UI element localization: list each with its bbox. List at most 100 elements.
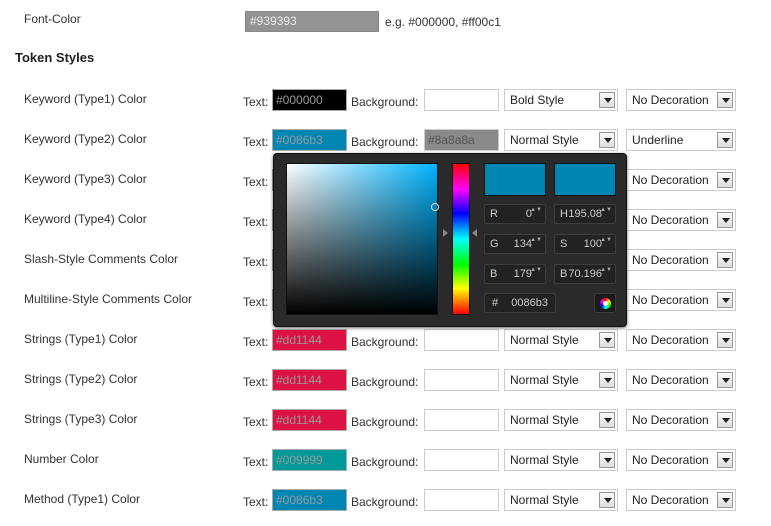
token-style-label: Strings (Type3) Color xyxy=(24,412,138,426)
token-style-label: Slash-Style Comments Color xyxy=(24,252,179,266)
blue-field[interactable]: B 179 ▲▼ xyxy=(484,264,546,284)
brightness-value[interactable]: 70.196 xyxy=(568,268,602,280)
dropdown-arrow-icon[interactable] xyxy=(717,332,733,348)
dropdown-arrow-icon[interactable] xyxy=(599,92,615,108)
token-style-label: Keyword (Type1) Color xyxy=(24,92,147,106)
green-spinner-icon[interactable]: ▲▼ xyxy=(530,237,542,244)
background-color-label: Background: xyxy=(351,335,419,349)
font-style-select[interactable]: Normal Style xyxy=(504,409,618,431)
background-color-input[interactable] xyxy=(424,489,499,511)
dropdown-arrow-icon[interactable] xyxy=(599,372,615,388)
current-color-preview[interactable] xyxy=(554,163,616,196)
red-spinner-icon[interactable]: ▲▼ xyxy=(530,207,542,214)
text-decoration-select[interactable]: No Decoration xyxy=(626,329,736,351)
text-decoration-select[interactable]: No Decoration xyxy=(626,169,736,191)
dropdown-arrow-icon[interactable] xyxy=(599,132,615,148)
dropdown-arrow-icon[interactable] xyxy=(717,372,733,388)
text-decoration-select[interactable]: No Decoration xyxy=(626,449,736,471)
hue-spinner-icon[interactable]: ▲▼ xyxy=(600,207,612,214)
blue-spinner-icon[interactable]: ▲▼ xyxy=(530,267,542,274)
text-decoration-value: No Decoration xyxy=(632,293,709,307)
font-style-value: Bold Style xyxy=(510,93,565,107)
background-color-label: Background: xyxy=(351,375,419,389)
dropdown-arrow-icon[interactable] xyxy=(717,492,733,508)
font-style-select[interactable]: Normal Style xyxy=(504,449,618,471)
text-decoration-select[interactable]: Underline xyxy=(626,129,736,151)
hue-field[interactable]: H 195.08 ▲▼ xyxy=(554,204,616,224)
saturation-field[interactable]: S 100 ▲▼ xyxy=(554,234,616,254)
text-decoration-select[interactable]: No Decoration xyxy=(626,209,736,231)
text-decoration-select[interactable]: No Decoration xyxy=(626,89,736,111)
text-decoration-select[interactable]: No Decoration xyxy=(626,489,736,511)
background-color-label: Background: xyxy=(351,415,419,429)
font-style-select[interactable]: Normal Style xyxy=(504,489,618,511)
font-style-select[interactable]: Normal Style xyxy=(504,329,618,351)
dropdown-arrow-icon[interactable] xyxy=(599,332,615,348)
text-color-input[interactable]: #dd1144 xyxy=(272,369,347,391)
background-color-input[interactable] xyxy=(424,409,499,431)
font-color-label: Font-Color xyxy=(24,12,81,26)
hue-slider-right-arrow-icon[interactable] xyxy=(472,229,477,237)
token-style-row: Number Color Text: #009999 Background: Norma… xyxy=(0,449,771,473)
font-style-select[interactable]: Normal Style xyxy=(504,129,618,151)
background-color-input[interactable] xyxy=(424,89,499,111)
green-field[interactable]: G 134 ▲▼ xyxy=(484,234,546,254)
text-decoration-select[interactable]: No Decoration xyxy=(626,289,736,311)
hex-value[interactable]: 0086b3 xyxy=(511,297,548,309)
dropdown-arrow-icon[interactable] xyxy=(717,172,733,188)
token-style-row: Strings (Type3) Color Text: #dd1144 Backgro… xyxy=(0,409,771,433)
token-style-label: Multiline-Style Comments Color xyxy=(24,292,193,306)
token-style-label: Keyword (Type3) Color xyxy=(24,172,147,186)
text-decoration-select[interactable]: No Decoration xyxy=(626,249,736,271)
text-decoration-value: No Decoration xyxy=(632,333,709,347)
text-color-input[interactable]: #000000 xyxy=(272,89,347,111)
text-decoration-value: No Decoration xyxy=(632,413,709,427)
text-color-input[interactable]: #0086b3 xyxy=(272,489,347,511)
dropdown-arrow-icon[interactable] xyxy=(717,292,733,308)
background-color-input[interactable] xyxy=(424,329,499,351)
hue-value[interactable]: 195.08 xyxy=(568,208,602,220)
dropdown-arrow-icon[interactable] xyxy=(717,252,733,268)
text-decoration-value: No Decoration xyxy=(632,493,709,507)
dropdown-arrow-icon[interactable] xyxy=(717,92,733,108)
font-style-select[interactable]: Bold Style xyxy=(504,89,618,111)
background-color-input[interactable] xyxy=(424,369,499,391)
token-style-row: Strings (Type2) Color Text: #dd1144 Backgro… xyxy=(0,369,771,393)
text-color-input[interactable]: #0086b3 xyxy=(272,129,347,151)
token-style-label: Method (Type1) Color xyxy=(24,492,141,506)
font-style-select[interactable]: Normal Style xyxy=(504,369,618,391)
font-color-input[interactable]: #939393 xyxy=(245,11,379,32)
brightness-field[interactable]: B 70.196 ▲▼ xyxy=(554,264,616,284)
background-color-input[interactable] xyxy=(424,449,499,471)
dropdown-arrow-icon[interactable] xyxy=(599,412,615,428)
dropdown-arrow-icon[interactable] xyxy=(717,412,733,428)
saturation-brightness-cursor[interactable] xyxy=(431,203,439,211)
dropdown-arrow-icon[interactable] xyxy=(717,452,733,468)
token-style-label: Strings (Type2) Color xyxy=(24,372,138,386)
text-decoration-value: No Decoration xyxy=(632,93,709,107)
text-decoration-select[interactable]: No Decoration xyxy=(626,369,736,391)
text-color-label: Text: xyxy=(243,215,269,229)
text-color-label: Text: xyxy=(243,135,269,149)
text-color-input[interactable]: #dd1144 xyxy=(272,329,347,351)
dropdown-arrow-icon[interactable] xyxy=(599,492,615,508)
background-color-input[interactable]: #8a8a8a xyxy=(424,129,499,151)
dropdown-arrow-icon[interactable] xyxy=(599,452,615,468)
brightness-spinner-icon[interactable]: ▲▼ xyxy=(600,267,612,274)
saturation-label: S xyxy=(560,238,568,250)
red-field[interactable]: R 0 ▲▼ xyxy=(484,204,546,224)
text-color-input[interactable]: #dd1144 xyxy=(272,409,347,431)
hex-field[interactable]: # 0086b3 xyxy=(484,293,556,313)
font-style-value: Normal Style xyxy=(510,333,579,347)
saturation-spinner-icon[interactable]: ▲▼ xyxy=(600,237,612,244)
text-decoration-value: Underline xyxy=(632,133,684,147)
color-wheel-button[interactable] xyxy=(594,293,616,313)
dropdown-arrow-icon[interactable] xyxy=(717,212,733,228)
text-color-input[interactable]: #009999 xyxy=(272,449,347,471)
hue-slider[interactable] xyxy=(452,163,470,315)
hue-slider-left-arrow-icon[interactable] xyxy=(443,229,448,237)
saturation-brightness-field[interactable] xyxy=(286,163,438,315)
text-decoration-select[interactable]: No Decoration xyxy=(626,409,736,431)
brightness-label: B xyxy=(560,268,568,280)
dropdown-arrow-icon[interactable] xyxy=(717,132,733,148)
